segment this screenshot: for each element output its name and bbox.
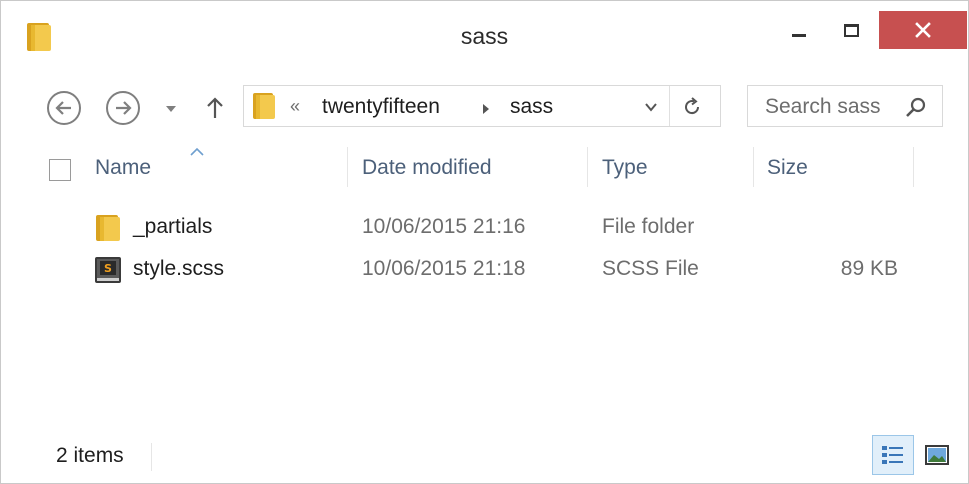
recent-locations-button[interactable]	[163, 95, 179, 123]
details-view-button[interactable]	[872, 435, 914, 475]
address-bar[interactable]: « twentyfifteen sass	[243, 85, 721, 127]
column-headers: Name Date modified Type Size	[1, 141, 968, 197]
breadcrumb-twentyfifteen[interactable]: twentyfifteen	[322, 95, 440, 119]
folder-icon	[94, 213, 122, 243]
file-name: style.scss	[133, 257, 225, 280]
large-icons-view-icon	[925, 445, 949, 465]
arrow-left-icon	[55, 101, 71, 115]
column-divider[interactable]	[913, 147, 914, 187]
file-date-modified: 10/06/2015 21:16	[362, 215, 526, 238]
file-size: 89 KB	[840, 257, 898, 280]
file-type: File folder	[602, 215, 695, 238]
status-bar: 2 items	[1, 429, 968, 483]
column-divider[interactable]	[587, 147, 588, 187]
forward-button[interactable]	[106, 91, 140, 125]
chevron-down-icon	[166, 106, 176, 112]
navigation-bar: « twentyfifteen sass Search sass	[1, 63, 968, 141]
maximize-button[interactable]	[826, 11, 876, 49]
address-divider	[669, 86, 670, 126]
file-list: _partials 10/06/2015 21:16 File folder S…	[1, 197, 968, 427]
status-divider	[151, 443, 152, 471]
details-view-icon	[882, 446, 903, 464]
column-header-size[interactable]: Size	[767, 156, 808, 180]
chevron-down-icon	[645, 103, 657, 112]
svg-text:S: S	[104, 262, 112, 275]
address-dropdown-button[interactable]	[643, 99, 659, 115]
refresh-icon	[685, 97, 700, 115]
file-type: SCSS File	[602, 257, 699, 280]
column-header-name[interactable]: Name	[95, 156, 151, 180]
close-button[interactable]	[879, 11, 967, 49]
search-box[interactable]: Search sass	[747, 85, 943, 127]
breadcrumb-sass[interactable]: sass	[510, 95, 553, 119]
column-header-date-modified[interactable]: Date modified	[362, 156, 492, 180]
back-button[interactable]	[47, 91, 81, 125]
minimize-button[interactable]	[774, 11, 824, 49]
breadcrumb-overflow-button[interactable]: «	[290, 96, 300, 117]
file-date-modified: 10/06/2015 21:18	[362, 257, 526, 280]
folder-icon	[251, 91, 277, 121]
search-input[interactable]: Search sass	[765, 95, 881, 119]
minimize-icon	[792, 33, 806, 37]
maximize-icon	[843, 23, 859, 37]
sort-ascending-icon	[190, 144, 204, 156]
item-count: 2 items	[56, 444, 124, 467]
list-item[interactable]: _partials 10/06/2015 21:16 File folder	[1, 207, 968, 249]
large-icons-view-button[interactable]	[920, 438, 954, 472]
column-header-type[interactable]: Type	[602, 156, 648, 180]
select-all-checkbox[interactable]	[49, 159, 71, 181]
refresh-button[interactable]	[680, 95, 704, 119]
breadcrumb-separator-icon[interactable]	[482, 102, 490, 120]
up-button[interactable]	[201, 91, 229, 125]
title-bar[interactable]: sass	[1, 1, 968, 63]
search-icon[interactable]	[904, 96, 928, 120]
list-item[interactable]: S style.scss 10/06/2015 21:18 SCSS File …	[1, 249, 968, 291]
column-divider[interactable]	[753, 147, 754, 187]
column-divider[interactable]	[347, 147, 348, 187]
arrow-right-icon	[116, 101, 132, 115]
arrow-up-icon	[207, 97, 223, 118]
close-icon	[915, 22, 931, 38]
scss-file-icon: S	[94, 255, 122, 285]
file-name: _partials	[133, 215, 213, 238]
explorer-window: sass « twentyfifteen sass Search sass Na…	[0, 0, 969, 484]
